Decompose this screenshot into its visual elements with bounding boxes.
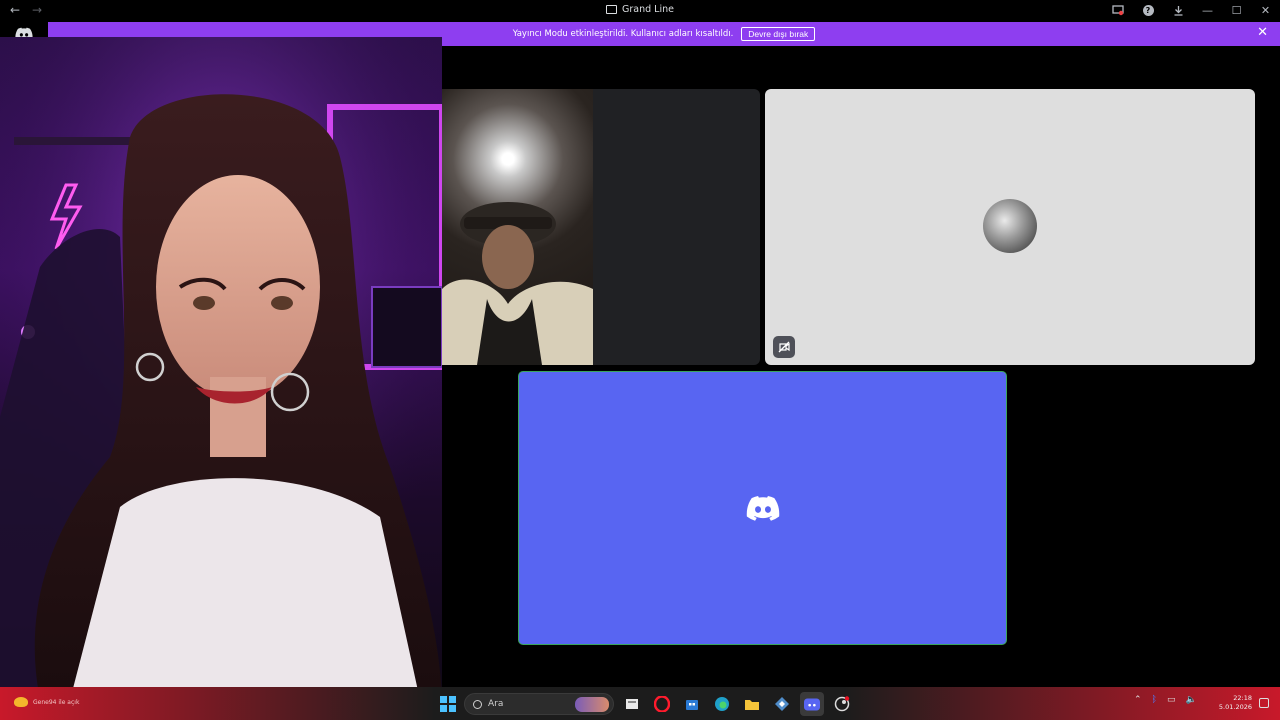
participant-avatar-tile[interactable]	[765, 89, 1255, 365]
title-bar: ← → Grand Line ? — ☐ ✕	[0, 0, 1280, 21]
streamer-portrait-image	[0, 37, 442, 700]
taskbar-clock[interactable]: 22:18 5.01.2026	[1212, 694, 1252, 712]
store-icon[interactable]	[680, 692, 704, 716]
app-icon[interactable]	[770, 692, 794, 716]
clock-date: 5.01.2026	[1218, 703, 1252, 711]
participant-video-tile[interactable]	[442, 89, 760, 365]
camera-feed	[442, 89, 593, 365]
search-placeholder: Ara	[488, 699, 504, 709]
start-button[interactable]	[440, 696, 456, 712]
system-tray: ⌃ ᛒ ▭ 🔈	[1134, 695, 1197, 705]
notes-icon[interactable]	[620, 692, 644, 716]
weather-icon	[14, 697, 28, 707]
taskbar-search[interactable]: Ara	[464, 693, 614, 715]
close-window-button[interactable]: ✕	[1251, 0, 1280, 21]
search-highlight-image	[575, 697, 609, 712]
bluetooth-icon[interactable]: ᛒ	[1152, 695, 1157, 705]
screen-share-icon[interactable]	[1103, 0, 1133, 21]
steam-icon[interactable]	[830, 692, 854, 716]
notification-icon[interactable]	[1259, 698, 1269, 708]
participant-speaking-tile[interactable]	[518, 371, 1007, 645]
window-icon	[606, 5, 618, 14]
discord-logo-icon	[746, 495, 779, 521]
file-explorer-icon[interactable]	[740, 692, 764, 716]
video-off-icon	[773, 336, 795, 358]
overlay-illustration	[0, 37, 442, 700]
download-icon[interactable]	[1163, 0, 1193, 21]
edge-icon[interactable]	[710, 692, 734, 716]
maximize-button[interactable]: ☐	[1222, 0, 1251, 21]
close-banner-icon[interactable]: ✕	[1257, 26, 1268, 40]
disable-streamer-mode-button[interactable]: Devre dışı bırak	[741, 27, 816, 41]
taskbar-apps	[620, 692, 854, 716]
volume-icon[interactable]: 🔈	[1185, 695, 1196, 705]
network-icon[interactable]: ▭	[1167, 695, 1176, 705]
minimize-button[interactable]: —	[1193, 0, 1222, 21]
banner-message: Yayıncı Modu etkinleştirildi. Kullanıcı …	[512, 29, 734, 39]
chevron-up-icon[interactable]: ⌃	[1134, 695, 1142, 705]
help-icon[interactable]: ?	[1133, 0, 1163, 21]
weather-text: Gene94 ile açık	[33, 698, 80, 706]
weather-widget[interactable]: Gene94 ile açık	[14, 697, 79, 707]
clock-time: 22:18	[1233, 694, 1252, 702]
opera-icon[interactable]	[650, 692, 674, 716]
search-icon	[473, 699, 482, 709]
discord-taskbar-icon[interactable]	[800, 692, 824, 716]
avatar	[983, 199, 1037, 253]
window-title: Grand Line	[622, 4, 674, 15]
